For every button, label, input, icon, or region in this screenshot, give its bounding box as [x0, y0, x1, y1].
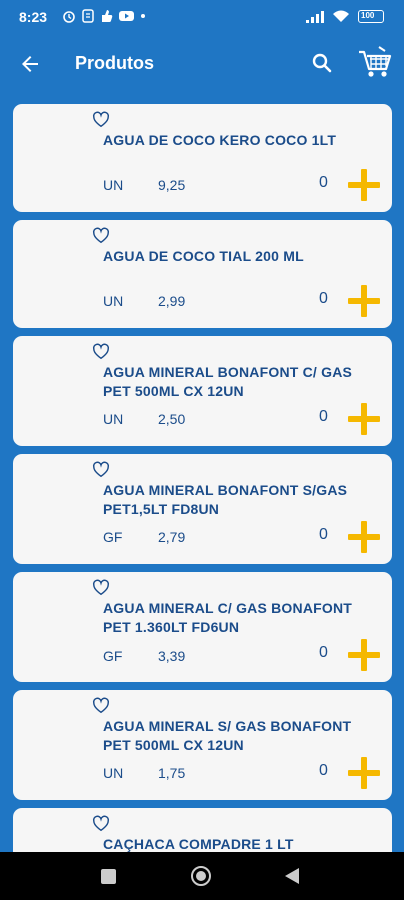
product-card[interactable]: AGUA MINERAL C/ GAS BONAFONT PET 1.360LT… [13, 572, 392, 682]
product-quantity: 0 [319, 644, 328, 661]
system-nav-bar [0, 852, 404, 900]
product-price: 1,75 [158, 765, 186, 781]
home-icon[interactable] [191, 866, 211, 886]
notification-icons [62, 9, 146, 23]
heart-outline-icon[interactable] [92, 227, 110, 244]
product-name: AGUA MINERAL S/ GAS BONAFONT PET 500ML C… [103, 718, 352, 753]
app-bar: Produtos [0, 36, 404, 92]
add-to-cart-plus-icon[interactable] [348, 403, 380, 435]
status-time: 8:23 [19, 9, 48, 25]
product-card[interactable]: AGUA MINERAL S/ GAS BONAFONT PET 500ML C… [13, 690, 392, 800]
product-name: AGUA MINERAL BONAFONT S/GAS PET1,5LT FD8… [103, 482, 348, 517]
app-notification-icon [82, 9, 94, 23]
product-unit: UN [103, 293, 124, 309]
heart-outline-icon[interactable] [92, 815, 110, 832]
product-card[interactable]: CAÇHACA COMPADRE 1 LT [13, 808, 392, 852]
system-icons: 100 [306, 10, 384, 23]
add-to-cart-plus-icon[interactable] [348, 521, 380, 553]
product-quantity: 0 [319, 174, 328, 191]
battery-icon: 100 [358, 10, 384, 23]
youtube-icon [119, 11, 134, 21]
add-to-cart-plus-icon[interactable] [348, 169, 380, 201]
heart-outline-icon[interactable] [92, 461, 110, 478]
search-icon[interactable] [310, 51, 334, 75]
product-unit: UN [103, 411, 124, 427]
product-name: AGUA DE COCO TIAL 200 ML [103, 248, 304, 264]
product-price: 2,79 [158, 529, 186, 545]
product-card[interactable]: AGUA DE COCO TIAL 200 ML UN 2,99 0 [13, 220, 392, 328]
recent-apps-icon[interactable] [101, 869, 116, 884]
product-quantity: 0 [319, 408, 328, 425]
product-quantity: 0 [319, 290, 328, 307]
status-bar: 8:23 100 [0, 0, 404, 36]
product-name: AGUA MINERAL C/ GAS BONAFONT PET 1.360LT… [103, 600, 353, 635]
heart-outline-icon[interactable] [92, 697, 110, 714]
heart-outline-icon[interactable] [92, 111, 110, 128]
product-price: 3,39 [158, 648, 186, 664]
product-unit: UN [103, 177, 124, 193]
page-title: Produtos [75, 53, 154, 73]
product-list[interactable]: AGUA DE COCO KERO COCO 1LT UN 9,25 0 AGU… [0, 92, 404, 852]
product-quantity: 0 [319, 526, 328, 543]
product-price: 2,99 [158, 293, 186, 309]
dot-icon [141, 14, 145, 18]
product-card[interactable]: AGUA DE COCO KERO COCO 1LT UN 9,25 0 [13, 104, 392, 212]
product-name: AGUA DE COCO KERO COCO 1LT [103, 132, 337, 148]
add-to-cart-plus-icon[interactable] [348, 757, 380, 789]
product-card[interactable]: AGUA MINERAL BONAFONT S/GAS PET1,5LT FD8… [13, 454, 392, 564]
alarm-icon [63, 11, 75, 23]
wifi-icon [333, 10, 349, 22]
product-unit: GF [103, 529, 123, 545]
heart-outline-icon[interactable] [92, 343, 110, 360]
back-triangle-icon[interactable] [285, 868, 299, 884]
product-quantity: 0 [319, 762, 328, 779]
product-card[interactable]: AGUA MINERAL BONAFONT C/ GAS PET 500ML C… [13, 336, 392, 446]
add-to-cart-plus-icon[interactable] [348, 285, 380, 317]
cart-icon[interactable] [357, 46, 393, 80]
thumb-icon [102, 10, 113, 22]
product-name: CAÇHACA COMPADRE 1 LT [103, 836, 294, 852]
product-unit: UN [103, 765, 124, 781]
battery-level: 100 [361, 11, 375, 20]
signal-icon [306, 10, 324, 23]
product-price: 9,25 [158, 177, 186, 193]
product-name: AGUA MINERAL BONAFONT C/ GAS PET 500ML C… [103, 364, 353, 399]
product-price: 2,50 [158, 411, 186, 427]
product-unit: GF [103, 648, 123, 664]
back-arrow-icon[interactable] [18, 52, 42, 76]
heart-outline-icon[interactable] [92, 579, 110, 596]
add-to-cart-plus-icon[interactable] [348, 639, 380, 671]
